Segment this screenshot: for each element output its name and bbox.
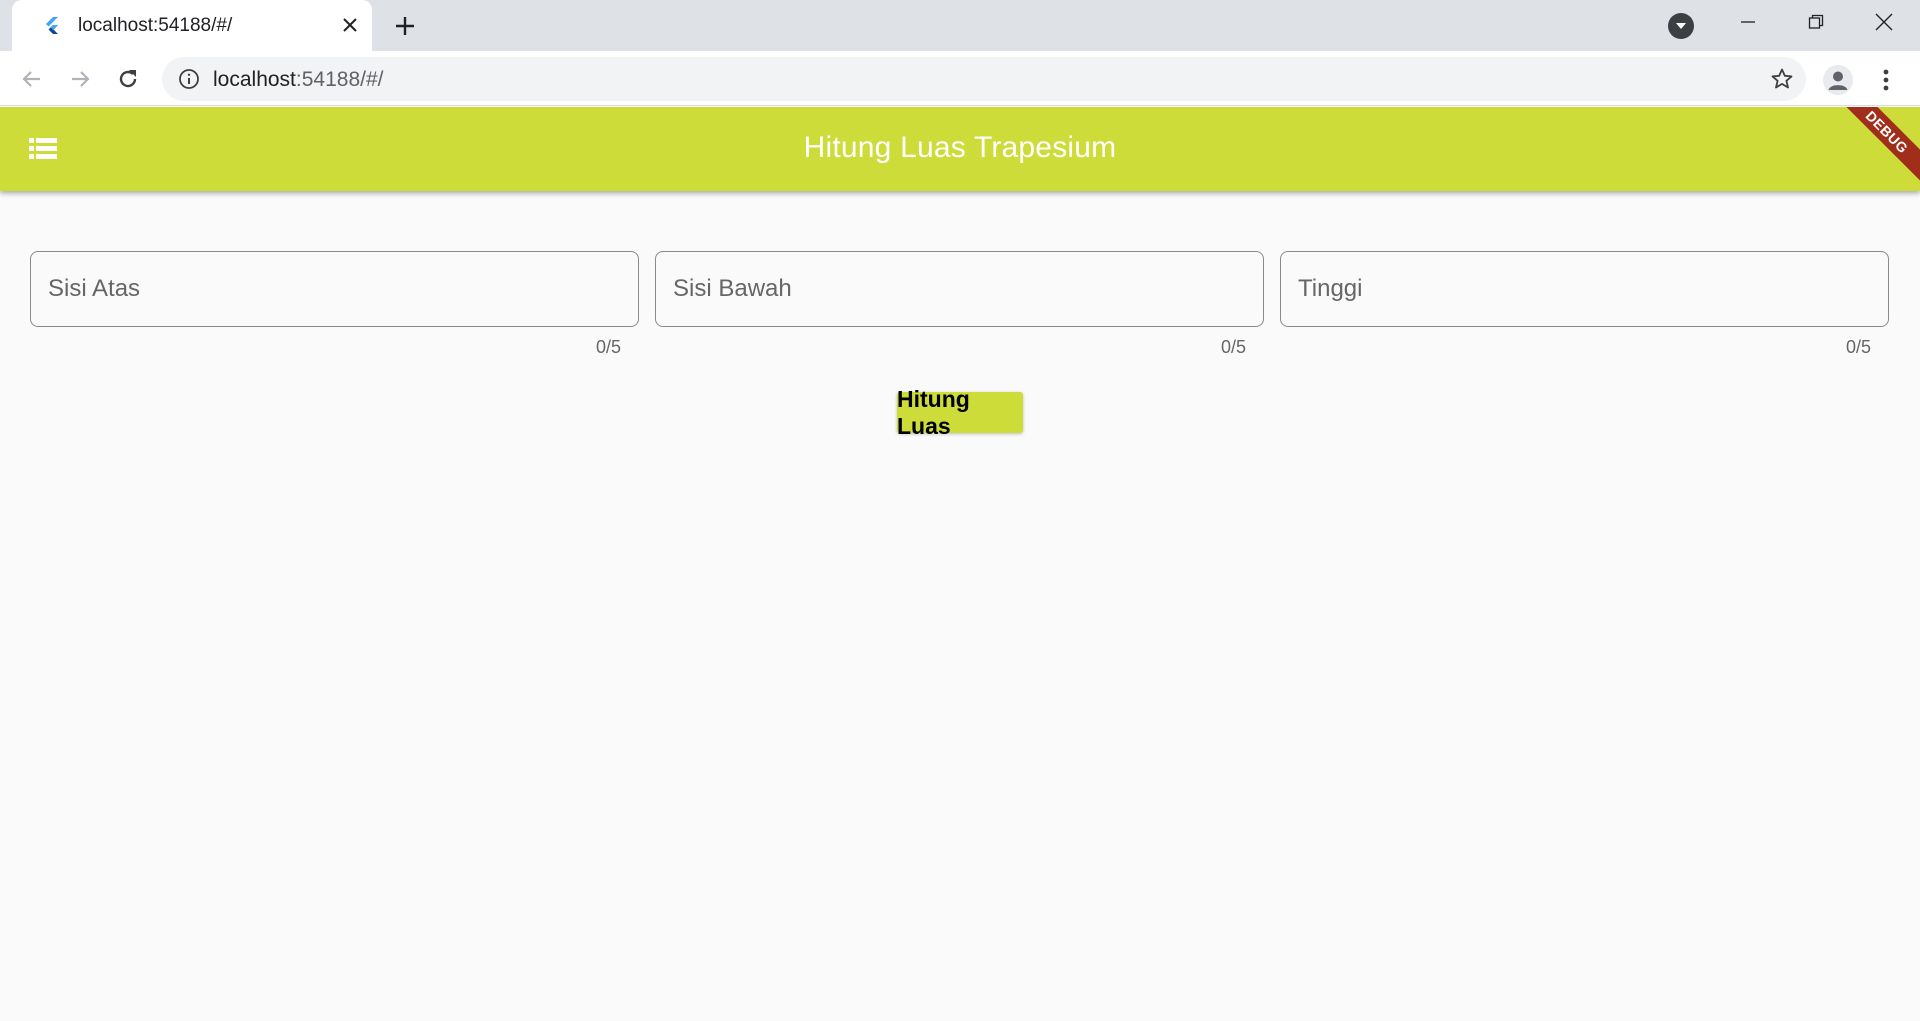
new-tab-button[interactable]	[390, 11, 420, 41]
tinggi-field-container: 0/5	[1280, 251, 1889, 357]
close-window-button[interactable]	[1850, 0, 1918, 44]
sisi-atas-field-container: 0/5	[30, 251, 639, 357]
tinggi-field-border	[1280, 251, 1889, 327]
sisi-bawah-input[interactable]	[656, 252, 1263, 326]
star-icon[interactable]	[1770, 67, 1794, 91]
minimize-button[interactable]	[1714, 0, 1782, 44]
app-viewport: Hitung Luas Trapesium DEBUG 0/5 0/5 0	[0, 107, 1920, 1021]
sisi-atas-field-border	[30, 251, 639, 327]
hitung-luas-button[interactable]: Hitung Luas	[897, 386, 1023, 439]
restore-button[interactable]	[1782, 0, 1850, 44]
browser-toolbar: localhost:54188/#/	[0, 51, 1920, 106]
page-title: Hitung Luas Trapesium	[803, 131, 1117, 164]
tab-search-button[interactable]	[1668, 13, 1694, 39]
info-icon[interactable]	[178, 68, 200, 90]
flutter-favicon-icon	[42, 15, 62, 35]
app-bar: Hitung Luas Trapesium DEBUG	[0, 107, 1920, 193]
arrow-left-icon	[22, 71, 40, 87]
sisi-bawah-counter: 0/5	[1220, 337, 1246, 357]
arrow-right-icon	[72, 71, 90, 87]
tinggi-input[interactable]	[1281, 252, 1888, 326]
sisi-bawah-field-container: 0/5	[655, 251, 1264, 357]
more-vert-icon	[1883, 69, 1889, 91]
sisi-atas-input[interactable]	[31, 252, 638, 326]
browser-menu-button[interactable]	[1872, 65, 1900, 95]
forward-button[interactable]	[62, 61, 98, 97]
url-host: localhost	[213, 68, 296, 91]
close-tab-icon[interactable]	[338, 13, 362, 37]
plus-icon	[396, 17, 414, 35]
tinggi-counter: 0/5	[1845, 337, 1871, 357]
browser-window: localhost:54188/#/ localhost:54188/#/ Hi…	[0, 0, 1920, 1021]
chevron-down-icon	[1676, 23, 1686, 29]
close-icon	[1875, 13, 1893, 31]
sisi-bawah-field-border	[655, 251, 1264, 327]
reload-button[interactable]	[110, 61, 146, 97]
browser-tab[interactable]: localhost:54188/#/	[12, 0, 372, 51]
person-icon	[1828, 71, 1848, 90]
sisi-atas-counter: 0/5	[595, 337, 621, 357]
reload-icon	[119, 70, 137, 88]
tab-strip: localhost:54188/#/	[0, 0, 1920, 51]
url-path: :54188/#/	[295, 68, 384, 91]
address-bar[interactable]: localhost:54188/#/	[162, 57, 1806, 101]
back-button[interactable]	[14, 61, 50, 97]
minimize-icon	[1741, 21, 1755, 23]
tab-title: localhost:54188/#/	[78, 15, 233, 36]
url-text[interactable]: localhost:54188/#/	[213, 68, 383, 92]
profile-avatar[interactable]	[1823, 65, 1853, 95]
restore-icon	[1808, 14, 1824, 29]
